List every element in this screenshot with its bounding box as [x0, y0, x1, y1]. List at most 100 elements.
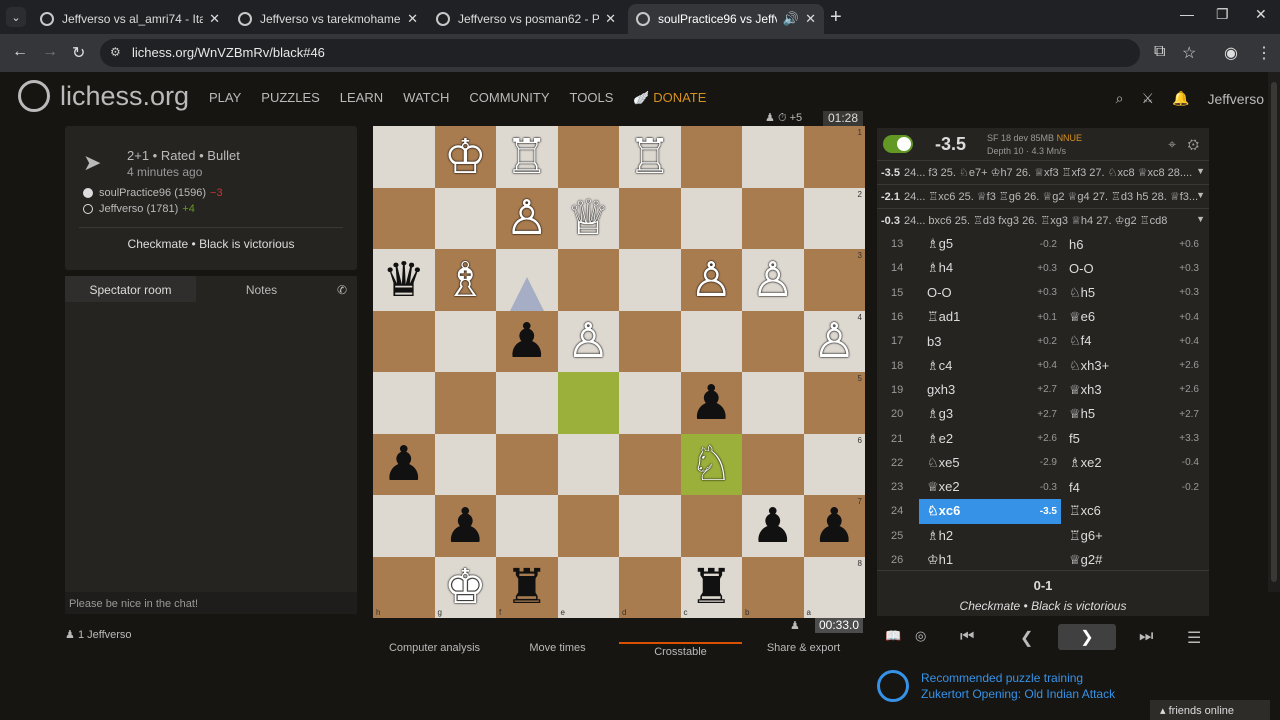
browser-tab-3[interactable]: Jeffverso vs posman62 - Philido ✕	[428, 4, 624, 34]
move-cell[interactable]: ♕g2#	[1061, 548, 1203, 572]
black-piece-icon[interactable]: ♜	[505, 563, 548, 611]
black-piece-icon[interactable]: ♟	[751, 502, 794, 550]
reload-icon[interactable]: ↻	[72, 43, 85, 63]
move-cell[interactable]: f4 -0.2	[1061, 475, 1203, 499]
move-cell[interactable]: ♘xh3+ +2.6	[1061, 353, 1203, 377]
board-square[interactable]	[680, 187, 742, 249]
board-square[interactable]	[496, 372, 558, 434]
white-player[interactable]: soulPractice96 (1596) −3	[83, 187, 223, 199]
tab-move-times[interactable]: Move times	[496, 642, 619, 658]
first-move-icon[interactable]: ⏮	[960, 628, 974, 646]
black-piece-icon[interactable]: ♜	[690, 563, 733, 611]
tab-search-icon[interactable]: ⌄	[6, 7, 26, 27]
white-piece-icon[interactable]: ♙	[813, 317, 856, 365]
engine-line[interactable]: -0.3 24... bxc6 25. ♖d3 fxg3 26. ♖xg3 ♕h4…	[877, 208, 1209, 232]
board-square[interactable]: ♚ g	[434, 556, 496, 618]
move-cell[interactable]: ♖ad1 +0.1	[919, 305, 1061, 329]
board-square[interactable]: 1	[803, 126, 865, 188]
maximize-icon[interactable]: ❐	[1216, 6, 1229, 23]
add-time-icon[interactable]: ⏱	[778, 112, 787, 124]
menu-hamburger-icon[interactable]: ☰	[1187, 628, 1201, 648]
board-square[interactable]	[619, 372, 681, 434]
board-square[interactable]: ♙	[742, 249, 804, 311]
white-piece-icon[interactable]: ♙	[505, 194, 548, 242]
expand-icon[interactable]: ▼	[1196, 190, 1205, 200]
board-square[interactable]: ♙	[680, 249, 742, 311]
board-square[interactable]: h	[373, 556, 435, 618]
practice-target-icon[interactable]: ◎	[915, 628, 926, 644]
move-cell[interactable]: ♘f4 +0.4	[1061, 329, 1203, 353]
url-field[interactable]: ⚙ lichess.org/WnVZBmRv/black#46	[100, 39, 1140, 67]
move-cell[interactable]: ♗h2	[919, 524, 1061, 548]
board-square[interactable]: ♙	[557, 310, 619, 372]
move-cell[interactable]: b3 +0.2	[919, 329, 1061, 353]
close-window-icon[interactable]: ✕	[1255, 6, 1267, 23]
target-icon[interactable]: ⌖	[1168, 136, 1176, 152]
board-square[interactable]: ♟	[496, 276, 558, 372]
white-piece-icon[interactable]: ♙	[690, 256, 733, 304]
board-square[interactable]	[557, 433, 619, 495]
white-piece-icon[interactable]: ♖	[505, 133, 548, 181]
next-move-icon[interactable]: ❯	[1058, 624, 1116, 650]
settings-gear-icon[interactable]: ⚙	[1188, 136, 1199, 152]
chess-board[interactable]: ♔ ♖ ♖ 1 ♙ ♕ 2 ♛ ♗ ♙ ♙ 3 ♟ ♙ ♙ 4 ♟ 5 ♟ ♘ 6 ♟ ♟ ♟ 7 h ♚ g ♜ f e d ♜ c b 8 a	[373, 126, 865, 618]
board-square[interactable]: ♗	[434, 249, 496, 311]
board-square[interactable]	[434, 187, 496, 249]
board-square[interactable]: ♜ c	[680, 556, 742, 618]
audio-icon[interactable]: 🔊	[783, 11, 799, 27]
engine-toggle[interactable]	[883, 135, 913, 153]
board-square[interactable]: b	[742, 556, 804, 618]
move-cell[interactable]: O-O +0.3	[919, 281, 1061, 305]
board-square[interactable]	[496, 495, 558, 557]
white-piece-icon[interactable]: ♔	[444, 133, 487, 181]
site-info-icon[interactable]: ⚙	[110, 45, 121, 59]
minimize-icon[interactable]: —	[1180, 6, 1194, 22]
opening-book-icon[interactable]: 📖	[885, 628, 901, 644]
browser-menu-icon[interactable]: ⋮	[1256, 43, 1272, 63]
tab-share-export[interactable]: Share & export	[742, 642, 865, 658]
board-square[interactable]: ♙	[496, 187, 558, 249]
board-square[interactable]	[742, 126, 804, 188]
board-square[interactable]: ♟	[742, 495, 804, 557]
board-square[interactable]	[680, 126, 742, 188]
menu-watch[interactable]: WATCH	[403, 90, 449, 106]
move-cell[interactable]: ♖g6+	[1061, 524, 1203, 548]
board-square[interactable]	[373, 310, 435, 372]
board-square[interactable]: ♕	[557, 187, 619, 249]
black-piece-icon[interactable]: ♟	[382, 440, 425, 488]
board-square[interactable]: ♘	[680, 433, 742, 495]
move-cell[interactable]: ♗g5 -0.2	[919, 232, 1061, 256]
board-square[interactable]	[680, 495, 742, 557]
board-square[interactable]: 3	[803, 249, 865, 311]
menu-community[interactable]: COMMUNITY	[469, 90, 549, 106]
white-piece-icon[interactable]: ♙	[751, 256, 794, 304]
tab-notes[interactable]: Notes	[196, 276, 327, 302]
board-square[interactable]: d	[619, 556, 681, 618]
move-cell[interactable]: ♘h5 +0.3	[1061, 281, 1203, 305]
move-cell[interactable]: gxh3 +2.7	[919, 378, 1061, 402]
browser-tab-1[interactable]: Jeffverso vs al_amri74 - Italian G ✕	[32, 4, 228, 34]
board-square[interactable]	[434, 433, 496, 495]
board-square[interactable]: ♖	[619, 126, 681, 188]
forward-icon[interactable]: →	[42, 43, 58, 61]
move-cell[interactable]: ♗c4 +0.4	[919, 353, 1061, 377]
close-tab-icon[interactable]: ✕	[805, 11, 816, 27]
move-cell[interactable]: O-O +0.3	[1061, 256, 1203, 280]
board-square[interactable]	[434, 372, 496, 434]
move-cell[interactable]: ♕e6 +0.4	[1061, 305, 1203, 329]
notifications-bell-icon[interactable]: 🔔	[1172, 90, 1189, 107]
board-square[interactable]	[557, 372, 619, 434]
white-piece-icon[interactable]: ♙	[567, 317, 610, 365]
white-piece-icon[interactable]: ♖	[628, 133, 671, 181]
move-cell[interactable]: ♗h4 +0.3	[919, 256, 1061, 280]
engine-line[interactable]: -3.5 24... f3 25. ♘e7+ ♔h7 26. ♕xf3 ♖xf3 …	[877, 160, 1209, 184]
expand-icon[interactable]: ▼	[1196, 214, 1205, 224]
move-cell[interactable]: ♘xc6 -3.5	[919, 499, 1061, 524]
move-cell[interactable]: ♕h5 +2.7	[1061, 402, 1203, 426]
tab-spectator-room[interactable]: Spectator room	[65, 276, 196, 302]
user-menu[interactable]: Jeffverso	[1207, 91, 1264, 107]
menu-learn[interactable]: LEARN	[340, 90, 383, 106]
tab-computer-analysis[interactable]: Computer analysis	[373, 642, 496, 658]
board-square[interactable]	[373, 187, 435, 249]
board-square[interactable]: 8a	[803, 556, 865, 618]
